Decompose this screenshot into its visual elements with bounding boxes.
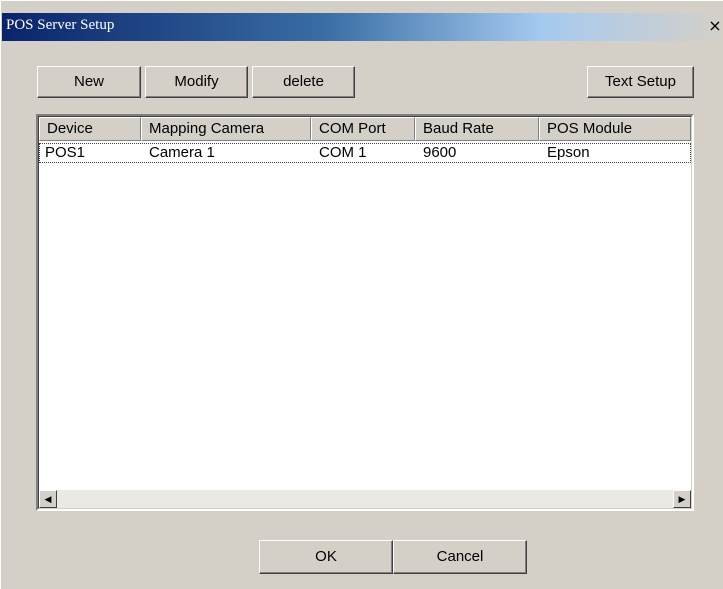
pos-server-setup-dialog: POS Server Setup × New Modify delete Tex… [0, 0, 723, 589]
cell-com-port: COM 1 [319, 144, 367, 161]
cell-pos-module: Epson [547, 144, 590, 161]
ok-button[interactable]: OK [259, 540, 393, 574]
cell-baud-rate: 9600 [423, 144, 457, 161]
column-header-com-port[interactable]: COM Port [311, 117, 415, 141]
column-header-baud-rate[interactable]: Baud Rate [415, 117, 539, 141]
scroll-left-icon[interactable]: ◀ [39, 490, 57, 508]
pos-device-list[interactable]: Device Mapping Camera COM Port Baud Rate… [36, 114, 694, 511]
cell-device: POS1 [45, 144, 86, 161]
table-row[interactable]: POS1 Camera 1 COM 1 9600 Epson [39, 143, 691, 163]
cancel-button[interactable]: Cancel [393, 540, 527, 574]
close-icon[interactable]: × [707, 17, 723, 35]
horizontal-scrollbar[interactable]: ◀ ▶ [39, 490, 691, 508]
text-setup-button-label: Text Setup [605, 73, 676, 90]
text-setup-button[interactable]: Text Setup [587, 66, 694, 98]
window-title: POS Server Setup [6, 17, 115, 33]
column-header-pos-module[interactable]: POS Module [539, 117, 691, 141]
column-header-mapping-camera[interactable]: Mapping Camera [141, 117, 311, 141]
column-header-device[interactable]: Device [39, 117, 141, 141]
cell-mapping-camera: Camera 1 [149, 144, 215, 161]
delete-button[interactable]: delete [252, 66, 355, 98]
cancel-button-label: Cancel [436, 548, 484, 565]
new-button-label: New [73, 73, 104, 90]
modify-button-label: Modify [174, 73, 219, 90]
new-button[interactable]: New [37, 66, 141, 98]
delete-button-label: delete [283, 73, 324, 90]
modify-button[interactable]: Modify [145, 66, 248, 98]
title-bar[interactable]: POS Server Setup × [2, 13, 723, 41]
ok-button-label: OK [315, 548, 337, 565]
scroll-right-icon[interactable]: ▶ [673, 490, 691, 508]
